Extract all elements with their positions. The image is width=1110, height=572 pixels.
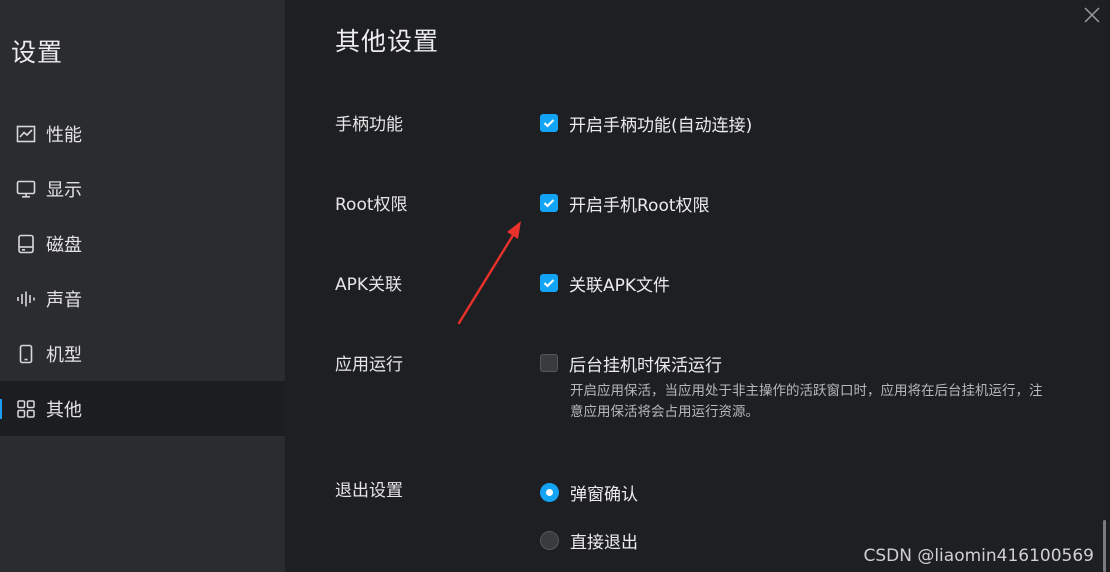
sidebar-item-label: 其他 xyxy=(46,399,82,421)
sidebar-item-other[interactable]: 其他 xyxy=(0,381,285,436)
settings-panel: 其他设置 手柄功能 开启手柄功能(自动连接) Root权限 开启手机Root权限… xyxy=(285,0,1110,572)
checkbox-checked-icon xyxy=(540,114,558,132)
exit-direct-radio[interactable]: 直接退出 xyxy=(540,529,638,553)
checkbox-checked-icon xyxy=(540,194,558,212)
keep-alive-checkbox[interactable]: 后台挂机时保活运行 xyxy=(540,352,722,376)
sidebar-item-label: 磁盘 xyxy=(46,234,82,256)
checkbox-checked-icon xyxy=(540,274,558,292)
sidebar-item-label: 声音 xyxy=(46,289,82,311)
sidebar-title: 设置 xyxy=(11,38,64,67)
close-icon xyxy=(1084,7,1100,23)
disk-icon xyxy=(16,234,36,254)
root-label: Root权限 xyxy=(335,195,408,215)
sidebar-item-model[interactable]: 机型 xyxy=(0,326,285,381)
radio-unselected-icon xyxy=(540,530,559,550)
root-checkbox[interactable]: 开启手机Root权限 xyxy=(540,192,710,216)
gamepad-checkbox[interactable]: 开启手柄功能(自动连接) xyxy=(540,112,753,136)
sidebar-item-sound[interactable]: 声音 xyxy=(0,271,285,326)
sidebar-item-label: 机型 xyxy=(46,344,82,366)
sidebar-item-performance[interactable]: 性能 xyxy=(0,106,285,161)
app-run-label: 应用运行 xyxy=(335,355,403,375)
scrollbar-thumb[interactable] xyxy=(1103,520,1106,572)
sidebar-item-disk[interactable]: 磁盘 xyxy=(0,216,285,271)
keep-alive-option-label: 后台挂机时保活运行 xyxy=(569,355,722,376)
sidebar: 设置 性能 显示 磁盘 声音 机型 其他 xyxy=(0,0,285,572)
exit-confirm-label: 弹窗确认 xyxy=(570,484,638,505)
root-option-label: 开启手机Root权限 xyxy=(569,195,710,216)
keep-alive-description: 开启应用保活，当应用处于非主操作的活跃窗口时，应用将在后台挂机运行，注意应用保活… xyxy=(570,383,1043,420)
gamepad-option-label: 开启手柄功能(自动连接) xyxy=(569,115,753,136)
grid-icon xyxy=(16,399,36,419)
sidebar-item-label: 性能 xyxy=(46,124,82,146)
checkbox-unchecked-icon xyxy=(540,354,558,372)
gamepad-label: 手柄功能 xyxy=(335,115,403,135)
monitor-icon xyxy=(16,179,36,199)
sidebar-item-display[interactable]: 显示 xyxy=(0,161,285,216)
phone-icon xyxy=(16,344,36,364)
radio-selected-icon xyxy=(540,482,559,502)
performance-chart-icon xyxy=(16,124,36,144)
close-button[interactable] xyxy=(1082,5,1102,25)
apk-checkbox[interactable]: 关联APK文件 xyxy=(540,272,671,296)
exit-direct-label: 直接退出 xyxy=(570,532,638,553)
exit-settings-label: 退出设置 xyxy=(335,481,403,501)
section-title: 其他设置 xyxy=(335,27,440,56)
apk-option-label: 关联APK文件 xyxy=(569,275,671,296)
apk-label: APK关联 xyxy=(335,275,403,295)
watermark: CSDN @liaomin416100569 xyxy=(863,546,1094,566)
sound-wave-icon xyxy=(16,289,36,309)
sidebar-item-label: 显示 xyxy=(46,179,82,201)
exit-confirm-radio[interactable]: 弹窗确认 xyxy=(540,481,638,505)
